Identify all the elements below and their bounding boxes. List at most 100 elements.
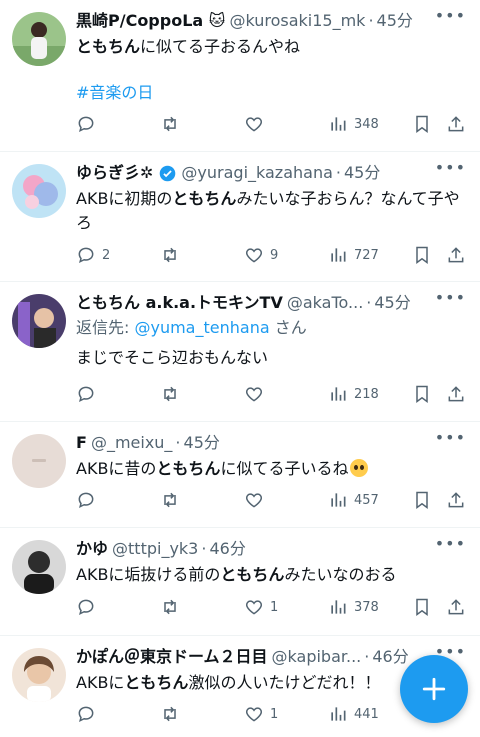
reply-icon bbox=[78, 492, 94, 509]
tweet[interactable]: ゆらぎ彡✲ @yuragi_kazahana · 45分 AKBに初期のともちん… bbox=[0, 152, 480, 282]
views-chart-icon bbox=[331, 387, 346, 401]
reply-button[interactable] bbox=[76, 113, 102, 135]
retweet-button[interactable] bbox=[160, 383, 186, 405]
bookmark-button[interactable] bbox=[412, 244, 432, 266]
heart-icon bbox=[245, 493, 263, 508]
retweet-icon bbox=[164, 492, 176, 508]
reply-icon bbox=[78, 247, 94, 264]
more-options-icon[interactable]: ••• bbox=[435, 428, 466, 447]
reply-icon bbox=[78, 599, 94, 616]
tweet-text: まじでそこら辺おもんない bbox=[76, 348, 269, 367]
separator-dot: · bbox=[175, 433, 181, 452]
tweet[interactable]: かゆ @tttpi_yk3 · 46分 AKBに垢抜ける前のともちんみたいなのお… bbox=[0, 528, 480, 636]
avatar[interactable] bbox=[12, 164, 66, 218]
reply-button[interactable] bbox=[76, 703, 102, 725]
tweet[interactable]: F @_meixu_ · 45分 AKBに昔のともちんに似てる子いるね ••• … bbox=[0, 422, 480, 528]
timestamp[interactable]: 45分 bbox=[374, 292, 410, 314]
separator-dot: · bbox=[335, 163, 341, 182]
author-name[interactable]: かゆ bbox=[76, 538, 108, 560]
author-handle[interactable]: @kurosaki15_mk bbox=[229, 10, 365, 32]
views-chart-icon bbox=[331, 600, 346, 614]
share-button[interactable] bbox=[446, 383, 466, 405]
bookmark-button[interactable] bbox=[412, 596, 432, 618]
retweet-button[interactable] bbox=[160, 244, 186, 266]
retweet-button[interactable] bbox=[160, 703, 186, 725]
reply-button[interactable] bbox=[76, 489, 102, 511]
heart-icon bbox=[245, 707, 263, 722]
timestamp[interactable]: 46分 bbox=[372, 646, 408, 668]
author-handle[interactable]: @kapibar... bbox=[272, 646, 362, 668]
views-chart-icon bbox=[331, 117, 346, 131]
tweet-text: ともちんに似てる子おるんやね bbox=[76, 37, 301, 56]
share-button[interactable] bbox=[446, 113, 466, 135]
heart-icon bbox=[245, 117, 263, 132]
reply-button[interactable] bbox=[76, 596, 102, 618]
compose-tweet-button[interactable] bbox=[400, 655, 468, 723]
share-button[interactable] bbox=[446, 244, 466, 266]
author-handle[interactable]: @tttpi_yk3 bbox=[112, 538, 198, 560]
more-options-icon[interactable]: ••• bbox=[435, 158, 466, 177]
author-name[interactable]: ともちん a.k.a.トモキンTV bbox=[76, 292, 283, 314]
tweet-text: AKBに昔のともちんに似てる子いるね bbox=[76, 457, 466, 481]
avatar[interactable] bbox=[12, 12, 66, 66]
share-icon bbox=[448, 247, 464, 263]
author-name[interactable]: F bbox=[76, 432, 87, 454]
more-options-icon[interactable]: ••• bbox=[435, 6, 466, 25]
tweet[interactable]: 黒崎P/CoppoLa 🐱 @kurosaki15_mk · 45分 ともちんに… bbox=[0, 0, 480, 152]
like-button[interactable]: 1 bbox=[244, 596, 278, 618]
author-name[interactable]: ゆらぎ彡✲ bbox=[76, 162, 153, 184]
like-button[interactable] bbox=[244, 489, 270, 511]
author-handle[interactable]: @akaTo... bbox=[287, 292, 363, 314]
pleading-face-emoji bbox=[350, 459, 369, 477]
retweet-icon bbox=[164, 116, 176, 132]
like-button[interactable]: 9 bbox=[244, 244, 278, 266]
views-button[interactable]: 457 bbox=[328, 489, 379, 511]
retweet-button[interactable] bbox=[160, 489, 186, 511]
views-button[interactable]: 727 bbox=[328, 244, 379, 266]
more-options-icon[interactable]: ••• bbox=[435, 288, 466, 307]
heart-icon bbox=[245, 248, 263, 263]
like-button[interactable] bbox=[244, 383, 270, 405]
bookmark-button[interactable] bbox=[412, 113, 432, 135]
verified-badge-icon bbox=[160, 165, 176, 181]
author-handle[interactable]: @yuragi_kazahana bbox=[181, 162, 332, 184]
retweet-button[interactable] bbox=[160, 113, 186, 135]
tweet[interactable]: ともちん a.k.a.トモキンTV @akaTo... · 45分 返信先: @… bbox=[0, 282, 480, 422]
plus-icon bbox=[422, 677, 446, 701]
views-button[interactable]: 441 bbox=[328, 703, 379, 725]
author-handle[interactable]: @_meixu_ bbox=[91, 432, 172, 454]
reply-to-user-link[interactable]: @yuma_tenhana bbox=[134, 318, 269, 337]
separator-dot: · bbox=[201, 539, 207, 558]
like-button[interactable] bbox=[244, 113, 270, 135]
separator-dot: · bbox=[364, 647, 370, 666]
avatar[interactable] bbox=[12, 294, 66, 348]
separator-dot: · bbox=[368, 11, 374, 30]
more-options-icon[interactable]: ••• bbox=[435, 534, 466, 553]
author-name[interactable]: 黒崎P/CoppoLa 🐱 bbox=[76, 10, 225, 32]
bookmark-button[interactable] bbox=[412, 489, 432, 511]
views-button[interactable]: 378 bbox=[328, 596, 379, 618]
retweet-icon bbox=[164, 386, 176, 402]
like-button[interactable]: 1 bbox=[244, 703, 278, 725]
timestamp[interactable]: 46分 bbox=[209, 538, 245, 560]
bookmark-button[interactable] bbox=[412, 383, 432, 405]
avatar[interactable] bbox=[12, 434, 66, 488]
share-button[interactable] bbox=[446, 596, 466, 618]
author-name[interactable]: かぽん＠東京ドーム２日目 bbox=[76, 646, 268, 668]
heart-icon bbox=[245, 600, 263, 615]
views-chart-icon bbox=[331, 493, 346, 507]
views-button[interactable]: 348 bbox=[328, 113, 379, 135]
share-button[interactable] bbox=[446, 489, 466, 511]
reply-button[interactable] bbox=[76, 383, 102, 405]
timestamp[interactable]: 45分 bbox=[184, 432, 220, 454]
avatar[interactable] bbox=[12, 540, 66, 594]
retweet-button[interactable] bbox=[160, 596, 186, 618]
views-button[interactable]: 218 bbox=[328, 383, 379, 405]
avatar[interactable] bbox=[12, 648, 66, 702]
timestamp[interactable]: 45分 bbox=[344, 162, 380, 184]
share-icon bbox=[448, 599, 464, 615]
hashtag-link[interactable]: #音楽の日 bbox=[76, 81, 466, 105]
reply-button[interactable]: 2 bbox=[76, 244, 110, 266]
timestamp[interactable]: 45分 bbox=[377, 10, 413, 32]
share-icon bbox=[448, 386, 464, 402]
